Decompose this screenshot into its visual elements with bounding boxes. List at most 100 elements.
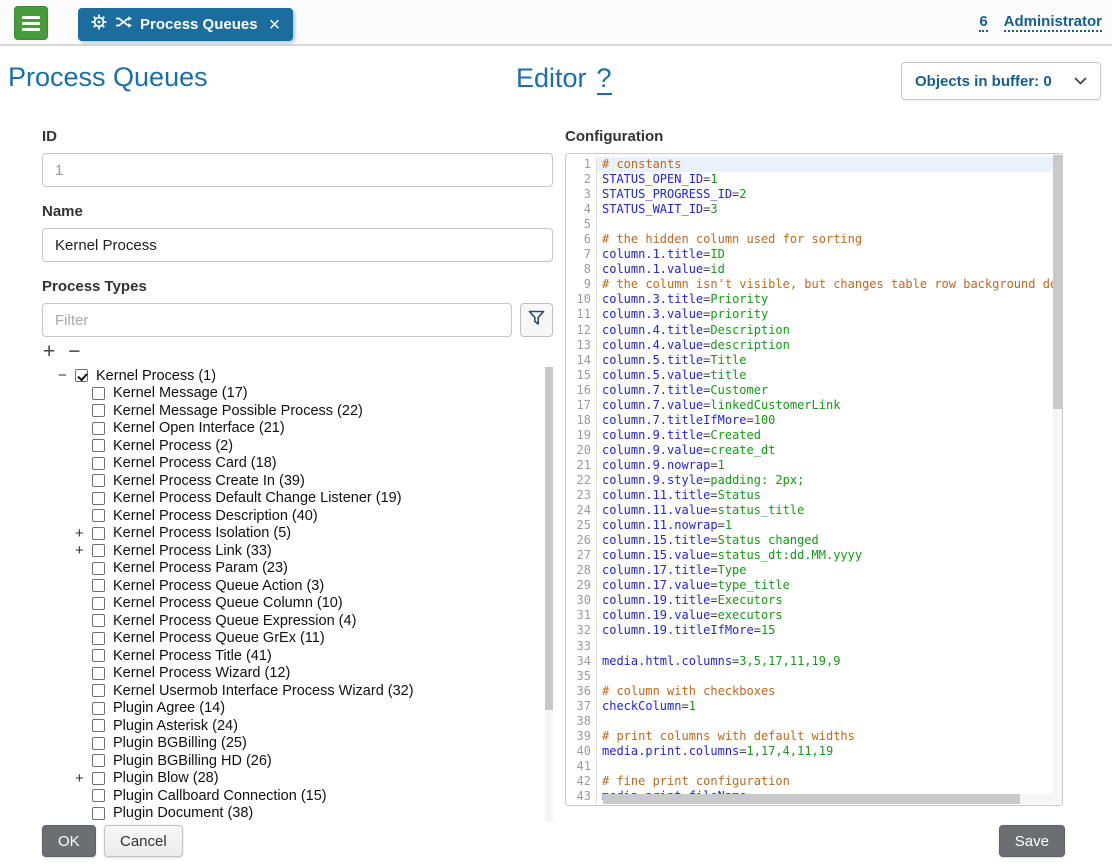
tree-item-label[interactable]: Kernel Process Title (41) xyxy=(113,648,272,664)
tree-item-label[interactable]: Kernel Usermob Interface Process Wizard … xyxy=(113,683,414,699)
tree-item[interactable]: Kernel Message (17) xyxy=(42,385,553,403)
tree-item-label[interactable]: Kernel Process Card (18) xyxy=(113,455,277,471)
tree-item[interactable]: Kernel Process Default Change Listener (… xyxy=(42,490,553,508)
tree-item-label[interactable]: Kernel Process Queue Expression (4) xyxy=(113,613,356,629)
checkbox[interactable] xyxy=(92,649,105,662)
tree-toggle[interactable]: + xyxy=(75,542,92,559)
tree-item[interactable]: Kernel Process Queue Action (3) xyxy=(42,577,553,595)
tab-process-queues[interactable]: Process Queues × xyxy=(78,8,293,41)
editor-horizontal-scrollbar-thumb[interactable] xyxy=(603,794,1020,804)
tree-item[interactable]: Kernel Usermob Interface Process Wizard … xyxy=(42,682,553,700)
tree-item-label[interactable]: Kernel Process Queue Column (10) xyxy=(113,595,343,611)
tree-item-label[interactable]: Kernel Process Create In (39) xyxy=(113,473,305,489)
tree-scrollbar-thumb[interactable] xyxy=(545,367,553,710)
tree-item-label[interactable]: Kernel Process Param (23) xyxy=(113,560,288,576)
tree-item[interactable]: + Kernel Process Link (33) xyxy=(42,542,553,560)
tree-item-label[interactable]: Plugin BGBilling HD (26) xyxy=(113,753,272,769)
tree-item-label[interactable]: Kernel Process Queue GrEx (11) xyxy=(113,630,325,646)
checkbox[interactable] xyxy=(92,667,105,680)
cancel-button[interactable]: Cancel xyxy=(104,825,183,857)
checkbox[interactable] xyxy=(92,597,105,610)
configuration-editor[interactable]: 1# constants2STATUS_OPEN_ID=13STATUS_PRO… xyxy=(565,153,1063,806)
tree-item-label[interactable]: Plugin Document (38) xyxy=(113,805,253,821)
checkbox[interactable] xyxy=(92,719,105,732)
checkbox[interactable] xyxy=(92,387,105,400)
tree-item-label[interactable]: Kernel Message Possible Process (22) xyxy=(113,403,363,419)
checkbox[interactable] xyxy=(75,369,88,382)
tree-item[interactable]: Kernel Process Description (40) xyxy=(42,507,553,525)
tree-item[interactable]: Plugin BGBilling HD (26) xyxy=(42,752,553,770)
tree-item[interactable]: Plugin Document (38) xyxy=(42,805,553,823)
tree-item-label[interactable]: Plugin Asterisk (24) xyxy=(113,718,238,734)
tree-item-label[interactable]: Plugin Agree (14) xyxy=(113,700,225,716)
checkbox[interactable] xyxy=(92,457,105,470)
tree-item[interactable]: Plugin Asterisk (24) xyxy=(42,717,553,735)
checkbox[interactable] xyxy=(92,807,105,820)
tree-item-label[interactable]: Kernel Process Queue Action (3) xyxy=(113,578,324,594)
tree-item[interactable]: Kernel Process Create In (39) xyxy=(42,472,553,490)
expand-all-button[interactable]: + xyxy=(43,342,55,362)
editor-vertical-scrollbar[interactable] xyxy=(1053,154,1062,805)
collapse-all-button[interactable]: − xyxy=(68,342,80,362)
tree-item-label[interactable]: Plugin BGBilling (25) xyxy=(113,735,247,751)
tree-item-label[interactable]: Kernel Open Interface (21) xyxy=(113,420,285,436)
tree-item[interactable]: Plugin Agree (14) xyxy=(42,700,553,718)
tree-item[interactable]: Kernel Process Title (41) xyxy=(42,647,553,665)
checkbox[interactable] xyxy=(92,789,105,802)
editor-horizontal-scrollbar[interactable] xyxy=(603,794,1053,804)
id-field[interactable] xyxy=(42,153,553,187)
checkbox[interactable] xyxy=(92,404,105,417)
tree-toggle[interactable]: + xyxy=(75,525,92,542)
tree-toggle[interactable]: − xyxy=(58,367,75,384)
tree-item-label[interactable]: Kernel Process (1) xyxy=(96,368,216,384)
tree-item-label[interactable]: Kernel Process Isolation (5) xyxy=(113,525,291,541)
checkbox[interactable] xyxy=(92,509,105,522)
checkbox[interactable] xyxy=(92,527,105,540)
tree-item[interactable]: Kernel Open Interface (21) xyxy=(42,420,553,438)
code-area[interactable]: 1# constants2STATUS_OPEN_ID=13STATUS_PRO… xyxy=(566,157,1053,804)
checkbox[interactable] xyxy=(92,492,105,505)
tree-item[interactable]: − Kernel Process (1) xyxy=(42,367,553,385)
tree-item[interactable]: Kernel Process Wizard (12) xyxy=(42,665,553,683)
filter-input[interactable] xyxy=(42,303,512,337)
tree-item[interactable]: Kernel Process Queue Expression (4) xyxy=(42,612,553,630)
name-field[interactable] xyxy=(42,228,553,262)
editor-vertical-scrollbar-thumb[interactable] xyxy=(1053,155,1062,409)
tree-item-label[interactable]: Plugin Callboard Connection (15) xyxy=(113,788,327,804)
tree-item[interactable]: Kernel Process Param (23) xyxy=(42,560,553,578)
tree-item-label[interactable]: Kernel Process Wizard (12) xyxy=(113,665,290,681)
checkbox[interactable] xyxy=(92,737,105,750)
checkbox[interactable] xyxy=(92,562,105,575)
tree-toggle[interactable]: + xyxy=(75,770,92,787)
checkbox[interactable] xyxy=(92,632,105,645)
tree-item[interactable]: + Plugin Blow (28) xyxy=(42,770,553,788)
checkbox[interactable] xyxy=(92,772,105,785)
filter-button[interactable] xyxy=(520,303,553,337)
tree-item-label[interactable]: Kernel Process Description (40) xyxy=(113,508,318,524)
checkbox[interactable] xyxy=(92,439,105,452)
checkbox[interactable] xyxy=(92,702,105,715)
tree-item[interactable]: Kernel Process Card (18) xyxy=(42,455,553,473)
user-name-link[interactable]: Administrator xyxy=(1004,13,1102,32)
notification-count-link[interactable]: 6 xyxy=(979,13,987,32)
tree-item[interactable]: + Kernel Process Isolation (5) xyxy=(42,525,553,543)
tree-item[interactable]: Plugin BGBilling (25) xyxy=(42,735,553,753)
checkbox[interactable] xyxy=(92,754,105,767)
checkbox[interactable] xyxy=(92,579,105,592)
checkbox[interactable] xyxy=(92,422,105,435)
tree-item[interactable]: Kernel Message Possible Process (22) xyxy=(42,402,553,420)
checkbox[interactable] xyxy=(92,474,105,487)
help-link[interactable]: ? xyxy=(597,63,612,95)
tree-item-label[interactable]: Kernel Process Default Change Listener (… xyxy=(113,490,402,506)
tree-item[interactable]: Kernel Process Queue Column (10) xyxy=(42,595,553,613)
checkbox[interactable] xyxy=(92,544,105,557)
menu-button[interactable] xyxy=(14,6,48,40)
tree-item-label[interactable]: Kernel Process Link (33) xyxy=(113,543,272,559)
tree-item-label[interactable]: Plugin Blow (28) xyxy=(113,770,219,786)
tree-item[interactable]: Plugin Callboard Connection (15) xyxy=(42,787,553,805)
tree-item[interactable]: Kernel Process (2) xyxy=(42,437,553,455)
tree-item-label[interactable]: Kernel Process (2) xyxy=(113,438,233,454)
tab-close-icon[interactable]: × xyxy=(269,15,281,35)
checkbox[interactable] xyxy=(92,614,105,627)
ok-button[interactable]: OK xyxy=(42,825,96,857)
